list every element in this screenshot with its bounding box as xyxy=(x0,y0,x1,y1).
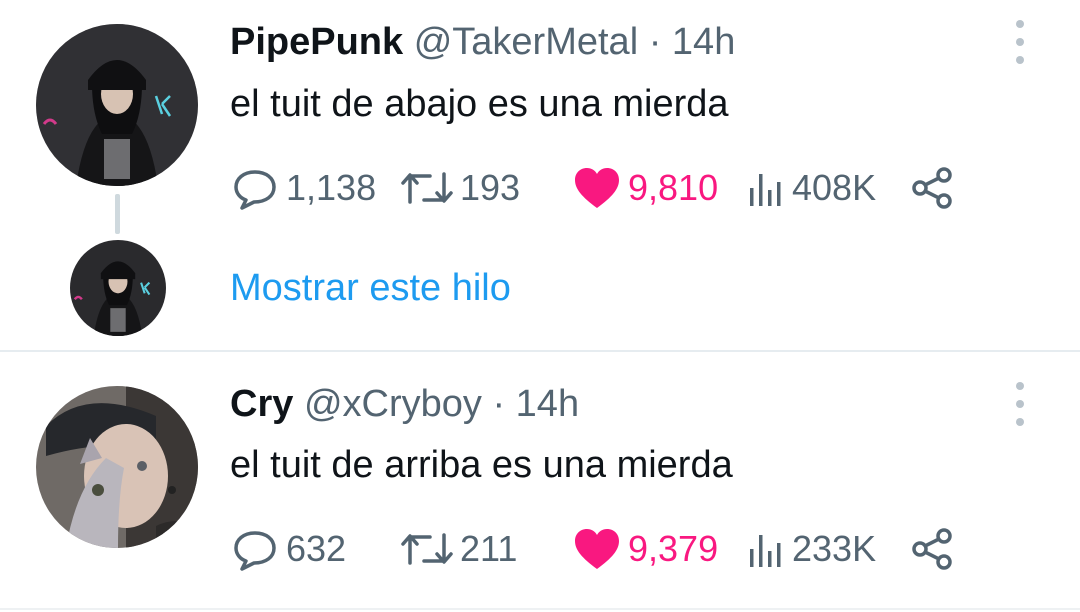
views-button[interactable]: 233K xyxy=(746,525,876,573)
retweet-icon xyxy=(401,533,453,565)
reply-count: 1,138 xyxy=(286,167,377,208)
reply-button[interactable]: 632 xyxy=(230,525,346,573)
heart-icon xyxy=(575,168,619,208)
display-name[interactable]: Cry xyxy=(230,383,293,425)
timestamp[interactable]: 14h xyxy=(672,21,735,63)
share-icon xyxy=(912,528,952,570)
retweet-count: 193 xyxy=(460,167,521,208)
more-vertical-icon[interactable] xyxy=(1008,380,1032,430)
reply-count: 632 xyxy=(286,528,347,569)
views-icon xyxy=(750,535,781,567)
share-button[interactable] xyxy=(910,525,956,573)
like-count: 9,379 xyxy=(628,528,719,569)
thread-line xyxy=(115,194,120,234)
tweet-actions: 632 211 9,379 233K xyxy=(230,525,990,573)
heart-icon xyxy=(575,529,619,569)
retweet-icon xyxy=(401,172,453,204)
tweet-header: Cry @xCryboy · 14h xyxy=(230,382,579,426)
like-button[interactable]: 9,379 xyxy=(572,525,718,573)
separator-dot: · xyxy=(648,21,662,63)
tweet-header: PipePunk @TakerMetal · 14h xyxy=(230,20,735,64)
like-button[interactable]: 9,810 xyxy=(572,164,718,212)
avatar-small[interactable] xyxy=(70,240,166,336)
reply-button[interactable]: 1,138 xyxy=(230,164,376,212)
user-handle[interactable]: @TakerMetal xyxy=(414,21,638,63)
share-button[interactable] xyxy=(910,164,956,212)
views-count: 233K xyxy=(792,528,877,569)
tweet[interactable]: PipePunk @TakerMetal · 14h el tuit de ab… xyxy=(0,0,1080,350)
retweet-count: 211 xyxy=(460,528,518,569)
show-thread-link[interactable]: Mostrar este hilo xyxy=(230,266,511,310)
share-icon xyxy=(912,167,952,209)
display-name[interactable]: PipePunk xyxy=(230,21,403,63)
views-icon xyxy=(750,174,781,206)
reply-icon xyxy=(234,531,276,571)
avatar[interactable] xyxy=(36,24,198,186)
user-handle[interactable]: @xCryboy xyxy=(304,383,482,425)
tweet-actions: 1,138 193 9,810 408K xyxy=(230,164,990,212)
reply-icon xyxy=(234,170,276,210)
divider xyxy=(0,608,1080,610)
avatar[interactable] xyxy=(36,386,198,548)
timestamp[interactable]: 14h xyxy=(516,383,579,425)
retweet-button[interactable]: 193 xyxy=(400,164,520,212)
retweet-button[interactable]: 211 xyxy=(400,525,517,573)
like-count: 9,810 xyxy=(628,167,719,208)
more-vertical-icon[interactable] xyxy=(1008,18,1032,68)
views-count: 408K xyxy=(792,167,877,208)
tweet-text: el tuit de arriba es una mierda xyxy=(230,444,733,486)
views-button[interactable]: 408K xyxy=(746,164,876,212)
tweet-text: el tuit de abajo es una mierda xyxy=(230,83,729,125)
separator-dot: · xyxy=(492,383,506,425)
